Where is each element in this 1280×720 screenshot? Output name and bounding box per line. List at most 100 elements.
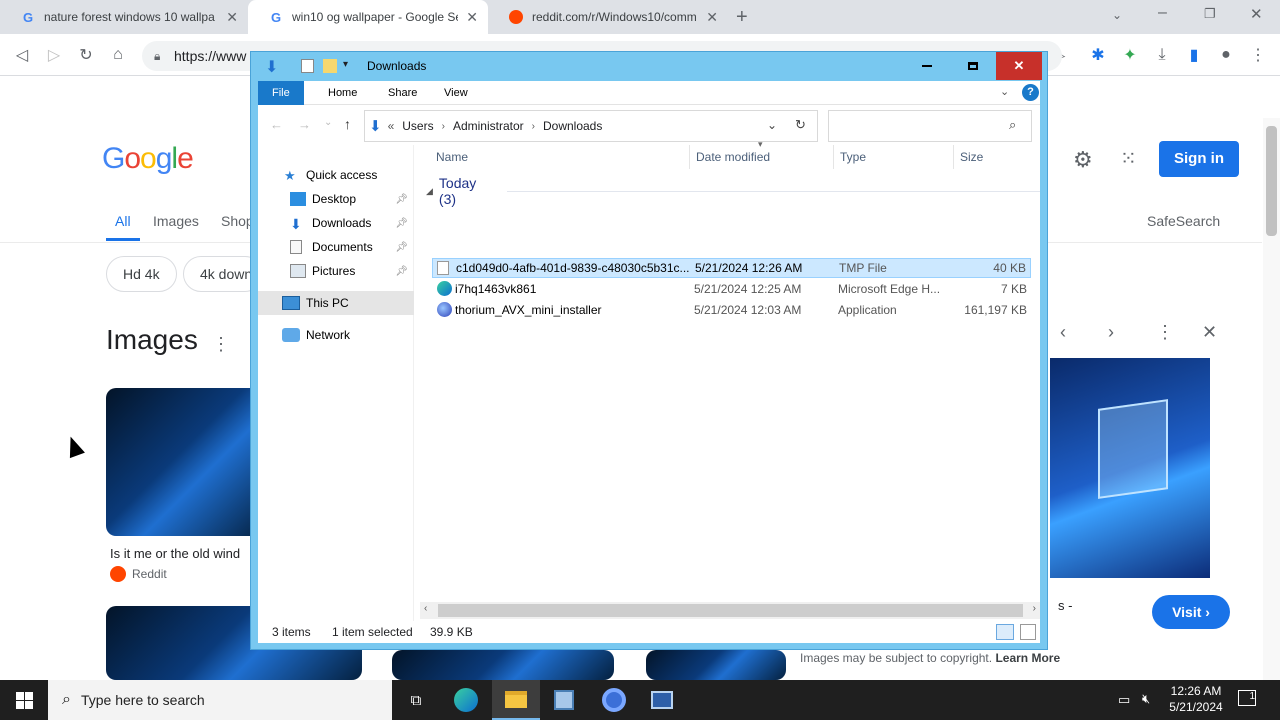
- extensions-icon[interactable]: ✱: [1085, 42, 1111, 68]
- file-row[interactable]: c1d049d0-4afb-401d-9839-c48030c5b31c... …: [432, 258, 1031, 278]
- close-preview-icon[interactable]: ✕: [1202, 322, 1217, 343]
- page-scrollbar[interactable]: [1263, 118, 1280, 680]
- taskbar-search[interactable]: ⌕ Type here to search: [48, 680, 392, 720]
- image-result-thumbnail[interactable]: [106, 388, 266, 536]
- file-row[interactable]: i7hq1463vk861 5/21/2024 12:25 AM Microso…: [432, 279, 1031, 299]
- details-view-icon[interactable]: [996, 624, 1014, 640]
- scrollbar-thumb[interactable]: [1266, 126, 1277, 236]
- restore-icon[interactable]: ❐: [1204, 6, 1216, 22]
- tab-all[interactable]: All: [115, 213, 131, 229]
- properties-icon[interactable]: [301, 59, 314, 73]
- task-view-icon[interactable]: ⧉: [392, 680, 440, 720]
- edge-taskbar-icon[interactable]: [442, 680, 490, 720]
- collapse-icon[interactable]: ◢: [426, 186, 433, 197]
- clock[interactable]: 12:26 AM 5/21/2024: [1166, 684, 1226, 714]
- nav-downloads[interactable]: ⬇ Downloads 📌︎: [258, 211, 414, 235]
- notifications-icon[interactable]: 1: [1238, 690, 1256, 706]
- close-icon[interactable]: ✕: [1250, 5, 1263, 23]
- recent-locations-icon[interactable]: ⌄: [324, 117, 332, 128]
- quick-access-dropdown-icon[interactable]: ▾: [343, 59, 348, 70]
- close-tab-icon[interactable]: ✕: [466, 9, 478, 26]
- side-panel-icon[interactable]: ▮: [1181, 42, 1207, 68]
- next-icon[interactable]: ›: [1108, 322, 1114, 343]
- search-input[interactable]: ⌕: [828, 110, 1032, 142]
- column-size[interactable]: Size: [954, 145, 1034, 169]
- large-icons-view-icon[interactable]: [1020, 624, 1036, 640]
- tab-shopping[interactable]: Shop: [221, 213, 254, 229]
- nav-desktop[interactable]: Desktop 📌︎: [258, 187, 414, 211]
- help-icon[interactable]: ?: [1022, 84, 1039, 101]
- close-button[interactable]: ✕: [996, 52, 1042, 80]
- chevron-down-icon[interactable]: ⌄: [767, 118, 777, 132]
- breadcrumb-users[interactable]: Users: [402, 119, 433, 133]
- network-tray-icon[interactable]: ▭: [1118, 692, 1130, 708]
- scrollbar-thumb[interactable]: [438, 604, 1023, 617]
- chevron-overflow-icon[interactable]: «: [388, 119, 395, 133]
- breadcrumb-downloads[interactable]: Downloads: [543, 119, 602, 133]
- breadcrumb-administrator[interactable]: Administrator: [453, 119, 524, 133]
- server-manager-taskbar-icon[interactable]: [540, 680, 588, 720]
- file-row[interactable]: thorium_AVX_mini_installer 5/21/2024 12:…: [432, 300, 1031, 320]
- remote-desktop-taskbar-icon[interactable]: [638, 680, 686, 720]
- close-tab-icon[interactable]: ✕: [706, 9, 718, 26]
- maximize-button[interactable]: [950, 52, 996, 80]
- file-explorer-taskbar-icon[interactable]: [492, 680, 540, 720]
- apps-grid-icon[interactable]: ⁙: [1120, 146, 1137, 171]
- expand-ribbon-icon[interactable]: ⌄: [1000, 85, 1009, 98]
- forward-arrow-icon[interactable]: →: [298, 117, 311, 132]
- chrome-taskbar-icon[interactable]: [590, 680, 638, 720]
- result-source[interactable]: Reddit: [110, 566, 167, 582]
- previous-icon[interactable]: ‹: [1060, 322, 1066, 343]
- visit-button[interactable]: Visit ›: [1152, 595, 1230, 629]
- chip-hd-4k[interactable]: Hd 4k: [106, 256, 177, 292]
- scroll-left-icon[interactable]: ‹: [424, 603, 427, 614]
- forward-icon[interactable]: ▷: [41, 42, 67, 68]
- tab-1[interactable]: G nature forest windows 10 wallpa ✕: [0, 0, 248, 34]
- nav-network[interactable]: Network: [258, 323, 414, 347]
- column-type[interactable]: Type: [834, 145, 954, 169]
- settings-gear-icon[interactable]: ⚙: [1073, 147, 1093, 173]
- tab-3[interactable]: reddit.com/r/Windows10/comm ✕: [488, 0, 728, 34]
- chevron-right-icon[interactable]: ›: [442, 121, 445, 132]
- image-result-thumbnail[interactable]: [392, 650, 614, 680]
- extension-icon[interactable]: ✦: [1117, 42, 1143, 68]
- ribbon-tab-share[interactable]: Share: [374, 81, 431, 105]
- close-tab-icon[interactable]: ✕: [226, 9, 238, 26]
- tab-search-icon[interactable]: ⌄: [1112, 8, 1122, 22]
- minimize-button[interactable]: [904, 52, 950, 80]
- menu-icon[interactable]: ⋮: [1245, 42, 1271, 68]
- ribbon-tab-file[interactable]: File: [258, 81, 304, 105]
- ribbon-tab-home[interactable]: Home: [314, 81, 371, 105]
- start-button[interactable]: [0, 680, 48, 720]
- download-icon[interactable]: ⤓: [1149, 42, 1175, 68]
- nav-pictures[interactable]: Pictures 📌︎: [258, 259, 414, 283]
- new-tab-icon[interactable]: +: [736, 6, 748, 29]
- more-icon[interactable]: ⋮: [1156, 322, 1174, 343]
- result-caption[interactable]: Is it me or the old wind: [110, 546, 250, 561]
- horizontal-scrollbar[interactable]: ‹ ›: [420, 602, 1040, 619]
- volume-muted-icon[interactable]: 🔇︎: [1142, 691, 1150, 707]
- google-logo[interactable]: Google: [102, 142, 194, 176]
- image-result-thumbnail[interactable]: [646, 650, 786, 680]
- back-icon[interactable]: ◁: [9, 42, 35, 68]
- column-name[interactable]: Name: [430, 145, 690, 169]
- sign-in-button[interactable]: Sign in: [1159, 141, 1239, 177]
- ribbon-tab-view[interactable]: View: [430, 81, 482, 105]
- nav-this-pc[interactable]: This PC: [258, 291, 414, 315]
- title-bar[interactable]: ⬇ ▾ Downloads ✕: [251, 52, 1047, 82]
- tab-images[interactable]: Images: [153, 213, 199, 229]
- reload-icon[interactable]: ↻: [73, 42, 99, 68]
- nav-documents[interactable]: Documents 📌︎: [258, 235, 414, 259]
- preview-image[interactable]: [1050, 358, 1210, 578]
- minimize-icon[interactable]: –: [1158, 4, 1167, 22]
- profile-icon[interactable]: ●: [1213, 42, 1239, 68]
- new-folder-icon[interactable]: [323, 59, 337, 73]
- address-breadcrumb[interactable]: ⬇ « Users › Administrator › Downloads ⌄ …: [364, 110, 818, 142]
- back-arrow-icon[interactable]: ←: [270, 117, 283, 132]
- refresh-icon[interactable]: ↻: [795, 117, 806, 133]
- chevron-right-icon[interactable]: ›: [532, 121, 535, 132]
- up-arrow-icon[interactable]: ↑: [344, 116, 351, 132]
- safesearch-link[interactable]: SafeSearch: [1147, 213, 1220, 229]
- more-options-icon[interactable]: ⋮: [212, 334, 230, 355]
- group-header[interactable]: ◢ Today (3): [426, 175, 1040, 207]
